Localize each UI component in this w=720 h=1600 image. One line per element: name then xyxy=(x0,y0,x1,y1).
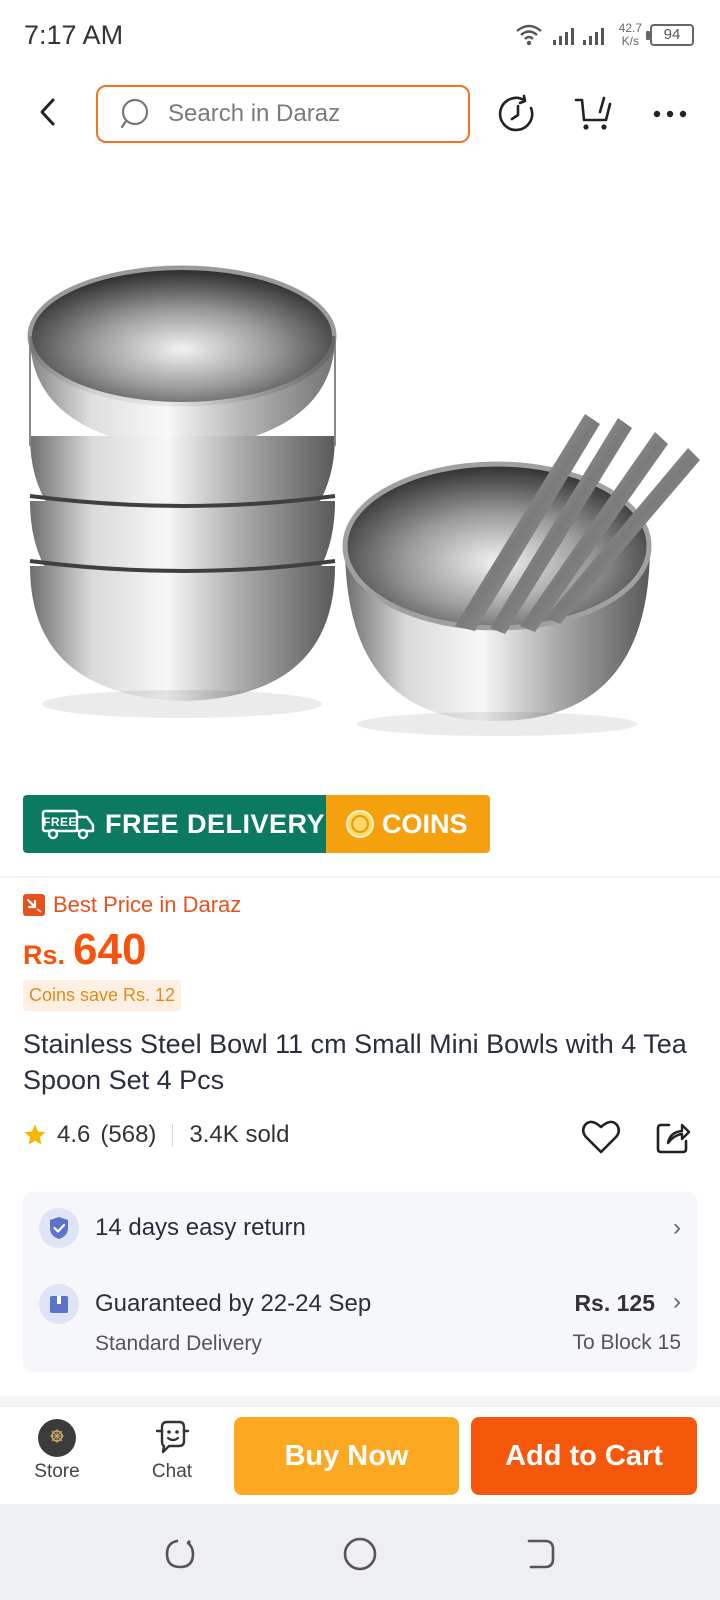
back-system-button[interactable] xyxy=(520,1534,560,1574)
search-icon xyxy=(120,98,149,129)
delivery-fee-block: Rs. 125 To Block 15 xyxy=(572,1290,681,1355)
more-options-button[interactable] xyxy=(648,92,692,136)
recent-apps-icon xyxy=(165,1539,195,1569)
return-shield-icon xyxy=(39,1208,79,1248)
cart-icon xyxy=(574,96,612,130)
history-button[interactable] xyxy=(496,92,540,136)
speed-unit: K/s xyxy=(621,34,639,48)
store-logo-icon xyxy=(50,1429,64,1443)
coins-save-badge: Coins save Rs. 12 xyxy=(23,980,182,1011)
store-button[interactable]: Store xyxy=(12,1419,102,1483)
store-avatar xyxy=(38,1419,76,1457)
coins-badge: COINS xyxy=(326,795,490,853)
store-label: Store xyxy=(34,1461,80,1482)
free-badge-text: FREE xyxy=(43,815,77,829)
coin-icon xyxy=(346,810,374,838)
wishlist-button[interactable] xyxy=(579,1115,623,1159)
system-back-icon xyxy=(527,1539,555,1569)
chat-label: Chat xyxy=(151,1461,193,1482)
delivery-row[interactable]: Guaranteed by 22-24 Sep Standard Deliver… xyxy=(39,1284,681,1356)
promo-banner: FREE FREE DELIVERY COINS xyxy=(23,795,490,853)
wifi-icon xyxy=(515,24,542,46)
action-bar: Store Chat Buy Now Add to Cart xyxy=(0,1406,720,1504)
status-bar: 7:17 AM 42.7 K/s 94 xyxy=(0,0,720,72)
free-delivery-label: FREE DELIVERY xyxy=(105,808,326,839)
review-count: (568) xyxy=(100,1121,157,1148)
chat-button[interactable]: Chat xyxy=(127,1419,217,1483)
status-time: 7:17 AM xyxy=(24,20,124,50)
divider xyxy=(0,876,720,878)
star-icon xyxy=(24,1124,46,1145)
best-price-text: Best Price in Daraz xyxy=(53,892,242,917)
delivery-box-icon xyxy=(39,1284,79,1324)
system-nav-bar xyxy=(0,1504,720,1600)
divider xyxy=(0,1396,720,1406)
buy-now-button[interactable]: Buy Now xyxy=(234,1417,459,1495)
add-to-cart-button[interactable]: Add to Cart xyxy=(471,1417,697,1495)
chat-icon xyxy=(155,1420,190,1454)
chevron-right-icon: › xyxy=(673,1288,681,1315)
top-nav: Search in Daraz xyxy=(0,72,720,156)
price-currency: Rs. xyxy=(23,940,66,970)
signal-icon xyxy=(552,28,604,45)
free-delivery-badge: FREE FREE DELIVERY xyxy=(23,795,326,853)
search-input[interactable]: Search in Daraz xyxy=(96,85,470,143)
product-image[interactable] xyxy=(0,156,720,876)
share-icon xyxy=(656,1123,691,1154)
chevron-right-icon: › xyxy=(673,1214,681,1241)
best-price-badge: Best Price in Daraz xyxy=(23,892,241,918)
return-policy-text: 14 days easy return xyxy=(95,1214,306,1241)
recent-apps-button[interactable] xyxy=(160,1534,200,1574)
history-icon xyxy=(498,94,534,132)
coins-label: COINS xyxy=(382,808,468,839)
cart-button[interactable] xyxy=(572,92,616,136)
heart-icon xyxy=(581,1120,621,1154)
more-icon xyxy=(653,110,687,118)
rating-row[interactable]: 4.6 (568) 3.4K sold xyxy=(23,1121,289,1149)
search-placeholder: Search in Daraz xyxy=(168,100,341,127)
sold-count: 3.4K sold xyxy=(189,1121,290,1148)
return-policy-row[interactable]: 14 days easy return › xyxy=(39,1208,681,1248)
price-tag-icon xyxy=(23,894,45,916)
back-button[interactable] xyxy=(28,92,68,132)
battery-icon: 94 xyxy=(646,24,694,46)
steel-bowls-illustration xyxy=(27,265,700,736)
network-speed: 42.7 K/s xyxy=(619,22,642,48)
price-value: 640 xyxy=(73,925,147,974)
price: Rs. 640 xyxy=(23,925,146,975)
delivery-destination: To Block 15 xyxy=(572,1331,681,1354)
chevron-left-icon xyxy=(40,98,55,126)
home-circle-icon xyxy=(343,1537,377,1571)
delivery-type: Standard Delivery xyxy=(95,1332,262,1355)
home-button[interactable] xyxy=(340,1534,380,1574)
delivery-truck-icon: FREE xyxy=(41,809,95,840)
status-icons: 42.7 K/s 94 xyxy=(515,22,694,48)
product-title: Stainless Steel Bowl 11 cm Small Mini Bo… xyxy=(23,1029,687,1095)
separator xyxy=(172,1124,174,1146)
delivery-info: Guaranteed by 22-24 Sep Standard Deliver… xyxy=(95,1290,371,1356)
share-button[interactable] xyxy=(651,1115,695,1159)
service-card: 14 days easy return › Guaranteed by 22-2… xyxy=(23,1192,697,1372)
rating-value: 4.6 xyxy=(57,1121,91,1148)
delivery-fee: Rs. 125 xyxy=(574,1290,655,1316)
delivery-guarantee: Guaranteed by 22-24 Sep xyxy=(95,1290,372,1317)
